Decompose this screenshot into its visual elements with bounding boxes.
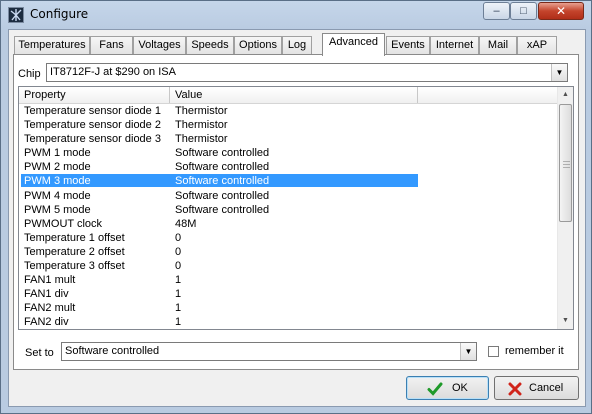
title-bar[interactable]: Configure – □ ✕ — [1, 1, 591, 29]
property-cell: FAN2 div — [24, 316, 69, 329]
remember-checkbox[interactable] — [488, 346, 499, 357]
close-button[interactable]: ✕ — [538, 2, 584, 20]
table-row[interactable]: PWM 3 mode Software controlled — [19, 174, 558, 188]
ok-button[interactable]: OK — [406, 376, 489, 400]
set-to-value: Software controlled — [65, 345, 160, 357]
maximize-button[interactable]: □ — [510, 2, 537, 20]
app-icon — [8, 7, 24, 23]
checkmark-icon — [427, 382, 443, 396]
table-row[interactable]: Temperature 3 offset 0 — [19, 259, 558, 273]
value-cell[interactable]: Software controlled — [175, 146, 269, 160]
scrollbar-thumb[interactable]: — — — — [559, 104, 572, 222]
tab-fans[interactable]: Fans — [90, 36, 133, 55]
table-row[interactable]: Temperature 2 offset 0 — [19, 245, 558, 259]
chip-label: Chip — [18, 68, 41, 80]
property-cell: FAN1 mult — [24, 274, 76, 287]
property-cell: Temperature sensor diode 2 — [24, 119, 161, 132]
property-cell: PWM 4 mode — [24, 189, 91, 202]
property-cell: PWM 2 mode — [24, 161, 91, 174]
value-cell[interactable]: Thermistor — [175, 104, 228, 118]
property-cell: Temperature 1 offset — [24, 231, 125, 244]
tab-voltages[interactable]: Voltages — [133, 36, 186, 55]
configure-window: Configure – □ ✕ Temperatures Fans Voltag… — [0, 0, 592, 414]
grip-icon: — — — — [563, 158, 570, 171]
property-cell: PWMOUT clock — [24, 217, 103, 230]
table-row[interactable]: PWMOUT clock 48M — [19, 217, 558, 231]
ok-button-label: OK — [452, 382, 468, 394]
set-to-select[interactable]: Software controlled ▼ — [61, 342, 477, 361]
table-row[interactable]: PWM 2 mode Software controlled — [19, 160, 558, 174]
tab-strip: Temperatures Fans Voltages Speeds Option… — [13, 33, 573, 56]
cancel-button-label: Cancel — [529, 382, 564, 394]
table-row[interactable]: Temperature 1 offset 0 — [19, 231, 558, 245]
value-cell[interactable]: 1 — [175, 287, 181, 301]
chip-select-value: IT8712F-J at $290 on ISA — [50, 66, 176, 78]
tab-internet[interactable]: Internet — [430, 36, 479, 55]
set-to-label: Set to — [25, 347, 54, 359]
chevron-down-icon[interactable]: ▼ — [551, 64, 567, 81]
value-cell[interactable]: 1 — [175, 315, 181, 329]
property-cell: PWM 3 mode — [24, 175, 91, 188]
dialog-client-area: Temperatures Fans Voltages Speeds Option… — [8, 29, 586, 407]
cancel-button[interactable]: Cancel — [494, 376, 579, 400]
column-header-property[interactable]: Property — [19, 87, 170, 103]
minimize-button[interactable]: – — [483, 2, 510, 20]
property-cell: Temperature 3 offset — [24, 260, 125, 273]
table-row[interactable]: Temperature sensor diode 2 Thermistor — [19, 118, 558, 132]
table-row[interactable]: FAN1 mult 1 — [19, 273, 558, 287]
value-cell[interactable]: Software controlled — [175, 174, 269, 188]
table-row[interactable]: Temperature sensor diode 1 Thermistor — [19, 104, 558, 118]
value-cell[interactable]: Software controlled — [175, 189, 269, 203]
tab-advanced[interactable]: Advanced — [322, 33, 385, 56]
red-x-icon — [508, 382, 522, 396]
value-cell[interactable]: Software controlled — [175, 160, 269, 174]
grid-header: Property Value — [19, 87, 558, 104]
grid-rows: Temperature sensor diode 1 Thermistor Temp… — [19, 104, 558, 329]
table-row[interactable]: FAN2 div 1 — [19, 315, 558, 329]
window-title: Configure — [30, 7, 89, 21]
value-cell[interactable]: 48M — [175, 217, 196, 231]
table-row[interactable]: FAN1 div 1 — [19, 287, 558, 301]
value-cell[interactable]: 0 — [175, 259, 181, 273]
tab-options[interactable]: Options — [234, 36, 282, 55]
tab-events[interactable]: Events — [386, 36, 430, 55]
scroll-up-arrow-icon[interactable]: ▲ — [558, 87, 573, 103]
property-cell: PWM 1 mode — [24, 147, 91, 160]
value-cell[interactable]: 0 — [175, 231, 181, 245]
tab-speeds[interactable]: Speeds — [186, 36, 234, 55]
chevron-down-icon[interactable]: ▼ — [460, 343, 476, 360]
property-cell: Temperature sensor diode 1 — [24, 105, 161, 117]
table-row[interactable]: FAN2 mult 1 — [19, 301, 558, 315]
value-cell[interactable]: Thermistor — [175, 132, 228, 146]
property-cell: FAN1 div — [24, 288, 69, 301]
table-row[interactable]: PWM 1 mode Software controlled — [19, 146, 558, 160]
property-cell: Temperature 2 offset — [24, 245, 125, 258]
remember-label[interactable]: remember it — [505, 345, 564, 357]
value-cell[interactable]: Software controlled — [175, 203, 269, 217]
value-cell[interactable]: 0 — [175, 245, 181, 259]
property-grid: Property Value Temperature sensor diode … — [18, 86, 574, 330]
scroll-down-arrow-icon[interactable]: ▼ — [558, 313, 573, 329]
chip-select[interactable]: IT8712F-J at $290 on ISA ▼ — [46, 63, 568, 82]
table-row[interactable]: Temperature sensor diode 3 Thermistor — [19, 132, 558, 146]
property-cell: FAN2 mult — [24, 302, 76, 315]
tab-temperatures[interactable]: Temperatures — [14, 36, 90, 55]
value-cell[interactable]: 1 — [175, 273, 181, 287]
property-cell: PWM 5 mode — [24, 203, 91, 216]
tab-log[interactable]: Log — [282, 36, 312, 55]
column-header-filler — [418, 87, 558, 103]
vertical-scrollbar[interactable]: ▲ — — — ▼ — [557, 87, 573, 329]
table-row[interactable]: PWM 4 mode Software controlled — [19, 189, 558, 203]
tab-xap[interactable]: xAP — [517, 36, 557, 55]
value-cell[interactable]: 1 — [175, 301, 181, 315]
property-cell: Temperature sensor diode 3 — [24, 133, 161, 146]
tab-mail[interactable]: Mail — [479, 36, 517, 55]
column-header-value[interactable]: Value — [170, 87, 418, 103]
value-cell[interactable]: Thermistor — [175, 118, 228, 132]
table-row[interactable]: PWM 5 mode Software controlled — [19, 203, 558, 217]
